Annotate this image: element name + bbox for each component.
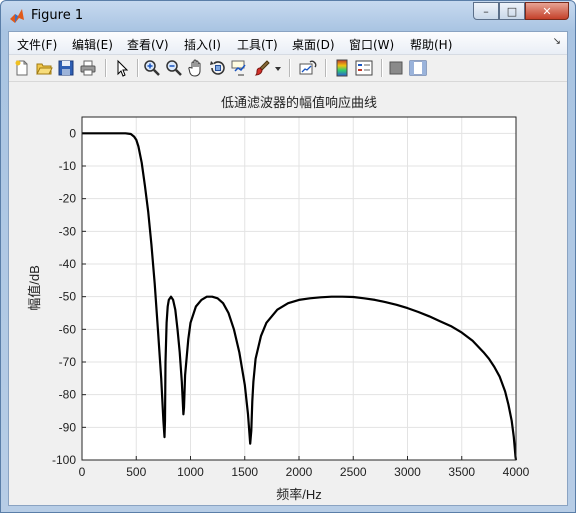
menu-edit[interactable]: 编辑(E): [72, 36, 113, 53]
line-chart[interactable]: 低通滤波器的幅值响应曲线 0 500 1000 1500 2000 2500 3000 350…: [9, 82, 567, 505]
toolbar-separator: [105, 59, 107, 77]
open-file-icon[interactable]: [35, 59, 53, 77]
client-area: 文件(F) 编辑(E) 查看(V) 插入(I) 工具(T) 桌面(D) 窗口(W…: [8, 31, 568, 506]
save-icon[interactable]: [57, 59, 75, 77]
y-axis-label: 幅值/dB: [27, 265, 42, 311]
x-tick-label: 3000: [394, 465, 421, 479]
x-tick-label: 3500: [448, 465, 475, 479]
pan-hand-icon[interactable]: [187, 59, 205, 77]
y-tick-label: -40: [59, 257, 77, 271]
y-tick-label: -90: [59, 420, 77, 434]
zoom-in-icon[interactable]: [143, 59, 161, 77]
y-tick-label: -30: [59, 224, 77, 238]
toolbar-separator: [381, 59, 383, 77]
y-tick-label: -60: [59, 322, 77, 336]
y-tick-label: -50: [59, 290, 77, 304]
menu-tools[interactable]: 工具(T): [237, 36, 278, 53]
toolbar-separator: [137, 59, 139, 77]
colorbar-icon[interactable]: [333, 59, 351, 77]
y-tick-label: -70: [59, 355, 77, 369]
brush-icon[interactable]: [253, 59, 271, 77]
menu-help[interactable]: 帮助(H): [410, 36, 452, 53]
figure-window: Figure 1 – □ ✕ 文件(F) 编辑(E) 查看(V) 插入(I) 工…: [0, 0, 576, 513]
pointer-icon[interactable]: [113, 59, 131, 77]
x-tick-label: 1500: [231, 465, 258, 479]
y-tick-label: -10: [59, 159, 77, 173]
rotate-3d-icon[interactable]: [209, 59, 227, 77]
figure-toolbar: [9, 55, 567, 82]
legend-icon[interactable]: [355, 59, 373, 77]
x-tick-label: 1000: [177, 465, 204, 479]
x-tick-label: 0: [79, 465, 86, 479]
menu-dock-arrow-icon[interactable]: ↘: [553, 36, 561, 47]
window-title: Figure 1: [31, 8, 84, 23]
menu-file[interactable]: 文件(F): [17, 36, 57, 53]
y-axis: 0 -10 -20 -30 -40 -50 -60 -70 -80 -90 -100: [52, 126, 86, 467]
menu-view[interactable]: 查看(V): [127, 36, 169, 53]
matlab-logo-icon: [10, 9, 24, 23]
menu-desktop[interactable]: 桌面(D): [292, 36, 335, 53]
chart-title: 低通滤波器的幅值响应曲线: [221, 95, 377, 110]
y-tick-label: 0: [69, 126, 76, 140]
x-tick-label: 500: [126, 465, 146, 479]
menu-insert[interactable]: 插入(I): [184, 36, 221, 53]
y-tick-label: -20: [59, 192, 77, 206]
y-tick-label: -100: [52, 453, 76, 467]
close-button[interactable]: ✕: [525, 2, 569, 20]
brush-dropdown-icon[interactable]: [273, 59, 283, 77]
figure-canvas: 低通滤波器的幅值响应曲线 0 500 1000 1500 2000 2500 3000 350…: [9, 82, 567, 505]
x-tick-label: 2000: [286, 465, 313, 479]
toolbar-separator: [325, 59, 327, 77]
menu-window[interactable]: 窗口(W): [349, 36, 394, 53]
link-plot-icon[interactable]: [299, 59, 317, 77]
x-tick-label: 4000: [503, 465, 530, 479]
x-tick-label: 2500: [340, 465, 367, 479]
show-plot-tools-icon[interactable]: [409, 59, 427, 77]
new-figure-icon[interactable]: [13, 59, 31, 77]
menu-bar: 文件(F) 编辑(E) 查看(V) 插入(I) 工具(T) 桌面(D) 窗口(W…: [9, 32, 567, 55]
hide-plot-tools-icon[interactable]: [387, 59, 405, 77]
minimize-icon: –: [483, 4, 489, 18]
title-bar[interactable]: Figure 1 – □ ✕: [1, 1, 575, 31]
close-icon: ✕: [542, 4, 552, 18]
minimize-button[interactable]: –: [473, 2, 499, 20]
data-cursor-icon[interactable]: [231, 59, 249, 77]
print-icon[interactable]: [79, 59, 97, 77]
maximize-button[interactable]: □: [499, 2, 525, 20]
x-axis-label: 频率/Hz: [276, 487, 322, 502]
toolbar-separator: [289, 59, 291, 77]
maximize-icon: □: [506, 4, 518, 18]
y-tick-label: -80: [59, 388, 77, 402]
zoom-out-icon[interactable]: [165, 59, 183, 77]
